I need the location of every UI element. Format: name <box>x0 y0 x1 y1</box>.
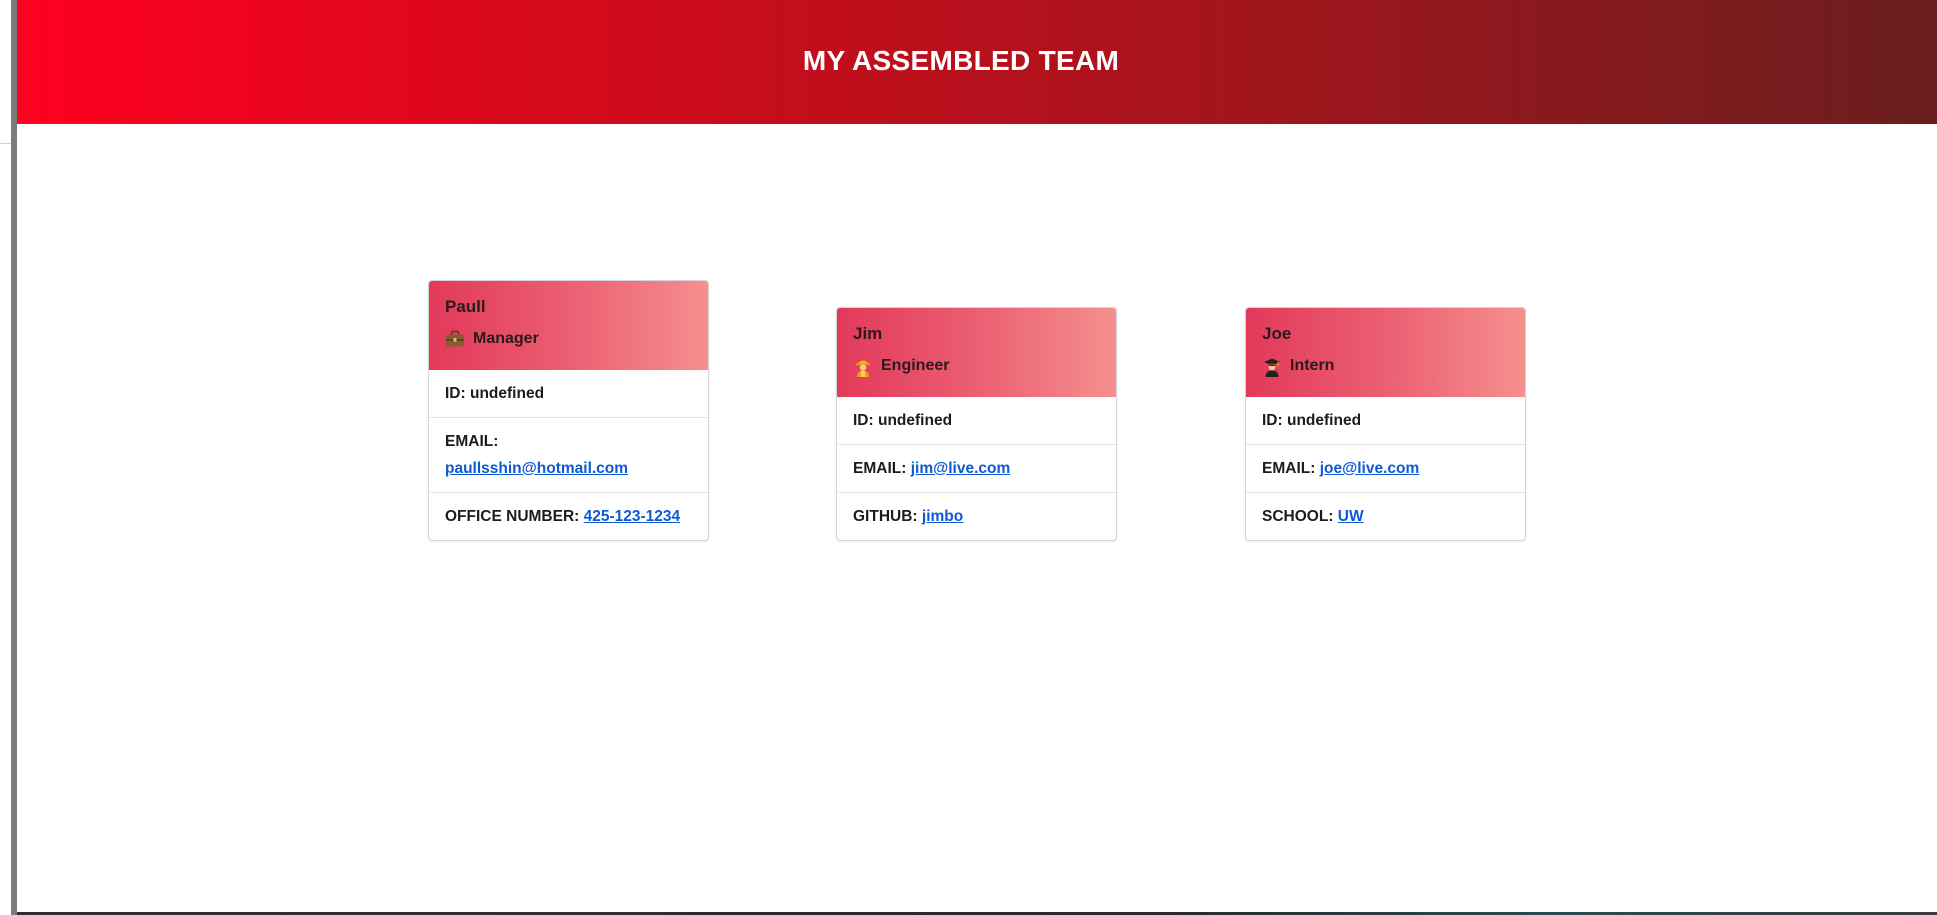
id-value: undefined <box>1286 412 1362 429</box>
email-link[interactable]: jim@live.com <box>911 460 1011 477</box>
divider <box>0 143 11 144</box>
employee-card-manager: Paull Manager ID: undefined EMAIL: paull… <box>428 280 709 541</box>
school-label: SCHOOL: <box>1262 508 1334 525</box>
employee-card-engineer: Jim Engineer ID: undefined EMAIL: jim@li… <box>836 307 1117 541</box>
card-details: ID: undefined EMAIL: joe@live.com SCHOOL… <box>1246 397 1525 540</box>
id-label: ID: <box>1262 412 1283 429</box>
email-label: EMAIL: <box>445 433 499 450</box>
id-value: undefined <box>469 385 545 402</box>
employee-card-intern: Joe Intern ID: undefined EMAIL: joe@live… <box>1245 307 1526 541</box>
email-row: EMAIL: joe@live.com <box>1246 444 1525 492</box>
card-header: Joe Intern <box>1246 308 1525 397</box>
page-header: MY ASSEMBLED TEAM <box>17 0 1937 124</box>
role-label: Manager <box>473 330 539 347</box>
office-number-label: OFFICE NUMBER: <box>445 508 580 525</box>
page-title: MY ASSEMBLED TEAM <box>802 45 1120 76</box>
role-label: Intern <box>1290 357 1335 374</box>
email-link[interactable]: joe@live.com <box>1320 460 1420 477</box>
id-value: undefined <box>877 412 953 429</box>
email-label: EMAIL: <box>1262 460 1316 477</box>
employee-role: Intern <box>1262 357 1335 377</box>
school-link[interactable]: UW <box>1338 508 1364 525</box>
card-header: Paull Manager <box>429 281 708 370</box>
employee-name: Paull <box>445 297 486 316</box>
github-link[interactable]: jimbo <box>922 508 963 525</box>
school-row: SCHOOL: UW <box>1246 492 1525 540</box>
window-left-border <box>11 0 17 915</box>
card-details: ID: undefined EMAIL: paullsshin@hotmail.… <box>429 370 708 540</box>
employee-name: Jim <box>853 324 883 343</box>
office-number-row: OFFICE NUMBER: 425-123-1234 <box>429 492 708 540</box>
email-row: EMAIL: jim@live.com <box>837 444 1116 492</box>
office-number-link[interactable]: 425-123-1234 <box>584 508 681 525</box>
page: MY ASSEMBLED TEAM Paull Manager ID: unde… <box>0 0 1937 915</box>
employee-role: Manager <box>445 330 539 348</box>
construction-worker-icon <box>853 357 873 377</box>
id-label: ID: <box>445 385 466 402</box>
student-icon <box>1262 357 1282 377</box>
github-label: GITHUB: <box>853 508 918 525</box>
id-row: ID: undefined <box>1246 397 1525 444</box>
employee-role: Engineer <box>853 357 950 377</box>
github-row: GITHUB: jimbo <box>837 492 1116 540</box>
email-row: EMAIL: paullsshin@hotmail.com <box>429 417 708 492</box>
id-row: ID: undefined <box>837 397 1116 444</box>
email-label: EMAIL: <box>853 460 907 477</box>
employee-name: Joe <box>1262 324 1292 343</box>
card-header: Jim Engineer <box>837 308 1116 397</box>
id-label: ID: <box>853 412 874 429</box>
briefcase-icon <box>445 330 465 348</box>
email-link[interactable]: paullsshin@hotmail.com <box>445 460 628 477</box>
id-row: ID: undefined <box>429 370 708 417</box>
card-details: ID: undefined EMAIL: jim@live.com GITHUB… <box>837 397 1116 540</box>
role-label: Engineer <box>881 357 950 374</box>
